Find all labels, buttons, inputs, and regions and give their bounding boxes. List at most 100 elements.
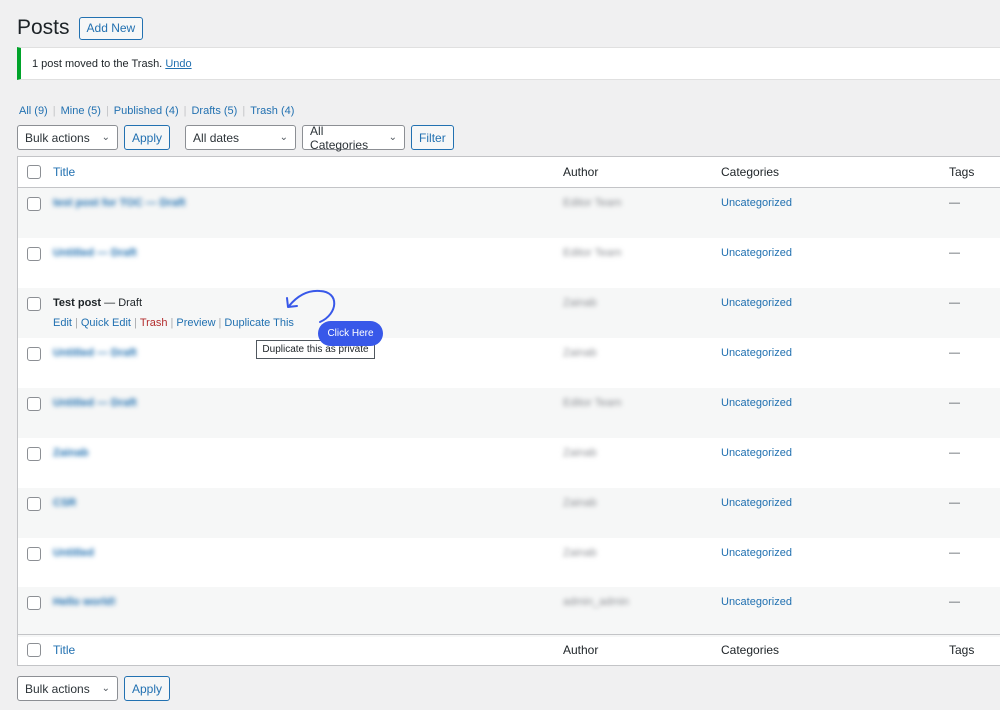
categories-filter-select[interactable]: All Categories ⌄ bbox=[302, 124, 406, 152]
categories-column-header: Categories bbox=[721, 165, 780, 179]
tablenav-bottom: Bulk actions ⌄ Apply bbox=[17, 676, 171, 701]
table-row: Hello world! admin_admin Uncategorized — bbox=[18, 587, 1000, 637]
post-tags: — bbox=[949, 547, 960, 559]
preview-link[interactable]: Preview bbox=[176, 317, 215, 329]
post-category-link[interactable]: Uncategorized bbox=[721, 497, 792, 509]
post-category-link[interactable]: Uncategorized bbox=[721, 197, 792, 209]
row-checkbox[interactable] bbox=[27, 497, 41, 511]
select-all-checkbox-footer[interactable] bbox=[27, 643, 41, 657]
post-title-text: Test post bbox=[53, 297, 102, 309]
bulk-actions-select[interactable]: Bulk actions ⌄ bbox=[17, 125, 118, 150]
post-author[interactable]: Zainab bbox=[563, 347, 597, 359]
post-title-link[interactable]: CSR bbox=[53, 497, 76, 509]
view-separator: | bbox=[105, 105, 109, 117]
post-title-link[interactable]: Untitled — Draft bbox=[53, 397, 137, 409]
post-author[interactable]: Zainab bbox=[563, 447, 597, 459]
title-column-footer[interactable]: Title bbox=[53, 643, 75, 657]
chevron-down-icon: ⌄ bbox=[279, 132, 289, 143]
row-checkbox[interactable] bbox=[27, 197, 41, 211]
action-separator: | bbox=[218, 317, 222, 329]
filter-button[interactable]: Filter bbox=[411, 125, 454, 150]
table-row: Zainab Zainab Uncategorized — bbox=[18, 438, 1000, 488]
chevron-down-icon: ⌄ bbox=[101, 683, 110, 694]
dates-filter-value: All dates bbox=[193, 130, 240, 145]
notice-message: 1 post moved to the Trash. bbox=[32, 58, 163, 70]
post-title-link[interactable]: Hello world! bbox=[53, 596, 116, 608]
table-footer: Title Author Categories Tags bbox=[18, 634, 1000, 665]
post-category-link[interactable]: Uncategorized bbox=[721, 347, 792, 359]
post-category-link[interactable]: Uncategorized bbox=[721, 247, 792, 259]
chevron-down-icon: ⌄ bbox=[101, 132, 110, 143]
post-category-link[interactable]: Uncategorized bbox=[721, 447, 792, 459]
post-tags: — bbox=[949, 247, 960, 259]
post-author[interactable]: Editor Team bbox=[563, 247, 622, 259]
post-category-link[interactable]: Uncategorized bbox=[721, 547, 792, 559]
edit-link[interactable]: Edit bbox=[53, 317, 72, 329]
dates-filter-select[interactable]: All dates ⌄ bbox=[185, 125, 297, 150]
view-trash[interactable]: Trash (4) bbox=[250, 105, 294, 117]
select-all-checkbox[interactable] bbox=[27, 165, 41, 179]
view-separator: | bbox=[183, 105, 187, 117]
row-checkbox[interactable] bbox=[27, 247, 41, 261]
bulk-actions-select-bottom[interactable]: Bulk actions ⌄ bbox=[17, 676, 118, 701]
add-new-button[interactable]: Add New bbox=[78, 16, 144, 40]
post-title-link[interactable]: Untitled — Draft bbox=[53, 347, 137, 359]
row-checkbox[interactable] bbox=[27, 596, 41, 610]
post-tags: — bbox=[949, 596, 960, 608]
post-tags: — bbox=[949, 197, 960, 209]
action-separator: | bbox=[74, 317, 78, 329]
post-author[interactable]: Zainab bbox=[563, 547, 597, 559]
post-title-link[interactable]: test post for TOC — Draft bbox=[53, 197, 185, 209]
table-row: test post for TOC — Draft Editor Team Un… bbox=[18, 188, 1000, 238]
tablenav-top: Bulk actions ⌄ Apply All dates ⌄ All Cat… bbox=[17, 124, 454, 152]
post-tags: — bbox=[949, 497, 960, 509]
tags-column-header: Tags bbox=[949, 165, 975, 179]
post-tags: — bbox=[949, 297, 960, 309]
apply-button[interactable]: Apply bbox=[124, 125, 171, 150]
post-author[interactable]: Zainab bbox=[563, 497, 597, 509]
row-checkbox[interactable] bbox=[27, 547, 41, 561]
post-category-link[interactable]: Uncategorized bbox=[721, 596, 792, 608]
apply-button-bottom[interactable]: Apply bbox=[124, 676, 171, 701]
post-title-link[interactable]: Test post — Draft bbox=[53, 297, 142, 309]
post-category-link[interactable]: Uncategorized bbox=[721, 397, 792, 409]
view-drafts[interactable]: Drafts (5) bbox=[191, 105, 237, 117]
row-actions: Edit | Quick Edit | Trash | Preview | Duplicate … bbox=[53, 317, 294, 329]
post-author[interactable]: Editor Team bbox=[563, 397, 622, 409]
post-author[interactable]: Zainab bbox=[563, 297, 597, 309]
page-header: Posts Add New bbox=[17, 16, 144, 40]
row-checkbox[interactable] bbox=[27, 447, 41, 461]
tags-column-footer: Tags bbox=[949, 643, 975, 657]
title-column-header[interactable]: Title bbox=[53, 165, 75, 179]
view-separator: | bbox=[242, 105, 246, 117]
trash-notice: 1 post moved to the Trash. Undo bbox=[17, 47, 1000, 80]
quick-edit-link[interactable]: Quick Edit bbox=[81, 317, 131, 329]
table-row-hovered: Test post — Draft Edit | Quick Edit | Trash |… bbox=[18, 288, 1000, 338]
author-column-header: Author bbox=[563, 165, 599, 179]
view-all[interactable]: All (9) bbox=[19, 105, 48, 117]
posts-table: Title Author Categories Tags test post f… bbox=[17, 156, 1000, 666]
post-category-link[interactable]: Uncategorized bbox=[721, 297, 792, 309]
trash-link[interactable]: Trash bbox=[140, 317, 168, 329]
post-author[interactable]: Editor Team bbox=[563, 197, 622, 209]
post-title-link[interactable]: Untitled — Draft bbox=[53, 247, 137, 259]
post-author[interactable]: admin_admin bbox=[563, 596, 629, 608]
view-published[interactable]: Published (4) bbox=[114, 105, 179, 117]
post-title-link[interactable]: Zainab bbox=[53, 447, 88, 459]
post-tags: — bbox=[949, 447, 960, 459]
row-checkbox[interactable] bbox=[27, 397, 41, 411]
post-title-link[interactable]: Untitled bbox=[53, 547, 94, 559]
row-checkbox[interactable] bbox=[27, 297, 41, 311]
chevron-down-icon: ⌄ bbox=[388, 132, 398, 143]
view-mine[interactable]: Mine (5) bbox=[61, 105, 101, 117]
table-row: CSR Zainab Uncategorized — bbox=[18, 488, 1000, 538]
table-row: Untitled Zainab Uncategorized — bbox=[18, 538, 1000, 588]
table-header: Title Author Categories Tags bbox=[18, 157, 1000, 188]
undo-link[interactable]: Undo bbox=[165, 58, 191, 70]
page-title: Posts bbox=[17, 16, 70, 39]
click-here-badge: Click Here bbox=[318, 321, 383, 346]
bulk-actions-value: Bulk actions bbox=[25, 681, 90, 696]
post-status-views: All (9) | Mine (5) | Published (4) | Dra… bbox=[19, 105, 294, 117]
action-separator: | bbox=[133, 317, 137, 329]
row-checkbox[interactable] bbox=[27, 347, 41, 361]
